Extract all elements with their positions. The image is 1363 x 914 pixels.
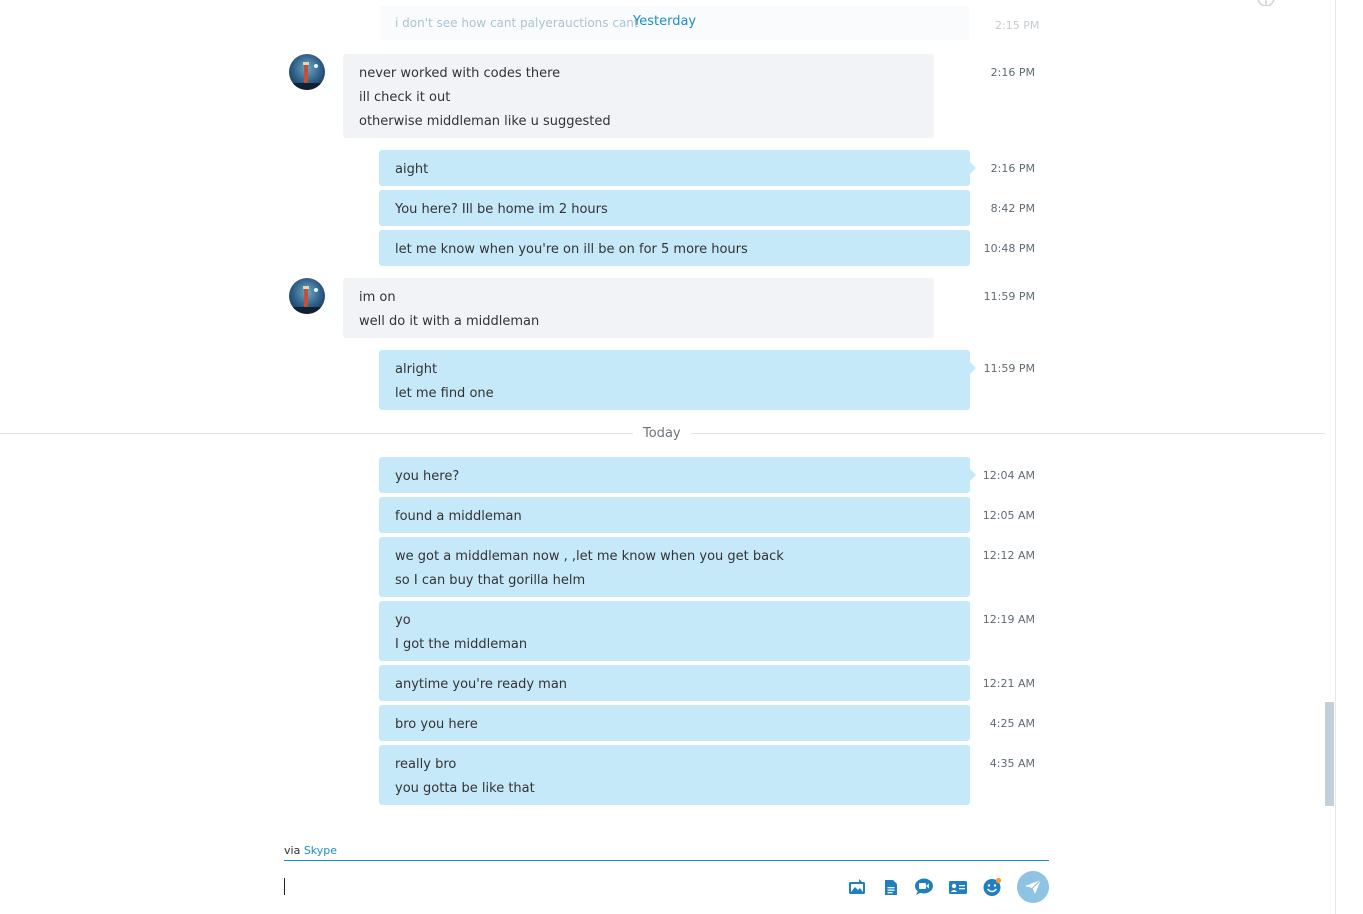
- message-text: well do it with a middleman: [359, 314, 540, 329]
- day-divider-today: Today: [633, 426, 691, 441]
- message-bubble-incoming[interactable]: never worked with codes there ill check …: [343, 54, 934, 138]
- message-text: alright: [395, 362, 438, 377]
- window-right-border: [1335, 0, 1336, 914]
- message-text: ill check it out: [359, 90, 451, 105]
- chat-window: i don't see how cant palyerauctions cant…: [0, 0, 1363, 914]
- message-bubble-outgoing[interactable]: found a middleman: [379, 497, 970, 533]
- message-timestamp: 8:42 PM: [990, 202, 1035, 215]
- contact-avatar[interactable]: [289, 278, 325, 314]
- message-bubble-incoming[interactable]: im on well do it with a middleman: [343, 278, 934, 338]
- message-timestamp: 4:25 AM: [989, 717, 1035, 730]
- message-text: we got a middleman now , ,let me know wh…: [395, 549, 784, 564]
- faded-message-time: 2:15 PM: [995, 19, 1040, 32]
- faded-message-text: i don't see how cant palyerauctions cant: [395, 16, 639, 30]
- message-text: let me find one: [395, 386, 494, 401]
- message-text: really bro: [395, 757, 457, 772]
- message-timestamp: 2:16 PM: [990, 66, 1035, 79]
- message-text: you gotta be like that: [395, 781, 535, 796]
- message-text: yo: [395, 613, 411, 628]
- message-text: aight: [395, 162, 429, 177]
- globe-icon[interactable]: [1256, 0, 1276, 6]
- message-timestamp: 2:16 PM: [990, 162, 1035, 175]
- message-text: so I can buy that gorilla helm: [395, 573, 586, 588]
- send-contact-icon[interactable]: [948, 877, 968, 897]
- message-timestamp: 11:59 PM: [983, 290, 1035, 303]
- message-bubble-outgoing[interactable]: you here?: [379, 457, 976, 493]
- day-divider-yesterday[interactable]: Yesterday: [623, 14, 706, 29]
- message-bubble-outgoing[interactable]: really bro you gotta be like that: [379, 745, 970, 805]
- send-icon: [1024, 879, 1042, 895]
- message-bubble-outgoing[interactable]: You here? Ill be home im 2 hours: [379, 190, 970, 226]
- message-bubble-outgoing[interactable]: alright let me find one: [379, 350, 976, 410]
- compose-underline: [284, 860, 1049, 861]
- emoticon-icon[interactable]: [982, 877, 1002, 897]
- message-input-caret[interactable]: [284, 878, 285, 895]
- message-bubble-outgoing[interactable]: aight: [379, 150, 976, 186]
- via-label: via Skype: [284, 844, 337, 857]
- contact-avatar[interactable]: [289, 54, 325, 90]
- message-bubble-outgoing[interactable]: anytime you're ready man: [379, 665, 970, 701]
- message-text: otherwise middleman like u suggested: [359, 114, 611, 129]
- message-text: never worked with codes there: [359, 66, 561, 81]
- via-service-link[interactable]: Skype: [304, 844, 337, 857]
- message-text: You here? Ill be home im 2 hours: [395, 202, 608, 217]
- send-media-icon[interactable]: [847, 877, 867, 897]
- message-text: im on: [359, 290, 396, 305]
- message-timestamp: 11:59 PM: [983, 362, 1035, 375]
- message-text: bro you here: [395, 717, 478, 732]
- message-bubble-outgoing[interactable]: yo I got the middleman: [379, 601, 970, 661]
- message-text: I got the middleman: [395, 637, 528, 652]
- message-timestamp: 12:05 AM: [982, 509, 1035, 522]
- message-text: you here?: [395, 469, 460, 484]
- message-bubble-outgoing[interactable]: bro you here: [379, 705, 970, 741]
- message-timestamp: 12:04 AM: [982, 469, 1035, 482]
- send-file-icon[interactable]: [881, 877, 901, 897]
- message-text: let me know when you're on ill be on for…: [395, 242, 748, 257]
- message-text: anytime you're ready man: [395, 677, 568, 692]
- message-timestamp: 12:21 AM: [982, 677, 1035, 690]
- message-text: found a middleman: [395, 509, 522, 524]
- message-timestamp: 10:48 PM: [983, 242, 1035, 255]
- scrollbar-thumb[interactable]: [1325, 702, 1334, 806]
- message-bubble-outgoing[interactable]: let me know when you're on ill be on for…: [379, 230, 970, 266]
- message-timestamp: 12:19 AM: [982, 613, 1035, 626]
- video-message-icon[interactable]: [914, 877, 934, 897]
- send-button[interactable]: [1017, 871, 1049, 903]
- message-timestamp: 12:12 AM: [982, 549, 1035, 562]
- message-timestamp: 4:35 AM: [989, 757, 1035, 770]
- message-bubble-outgoing[interactable]: we got a middleman now , ,let me know wh…: [379, 537, 970, 597]
- via-prefix: via: [284, 844, 301, 857]
